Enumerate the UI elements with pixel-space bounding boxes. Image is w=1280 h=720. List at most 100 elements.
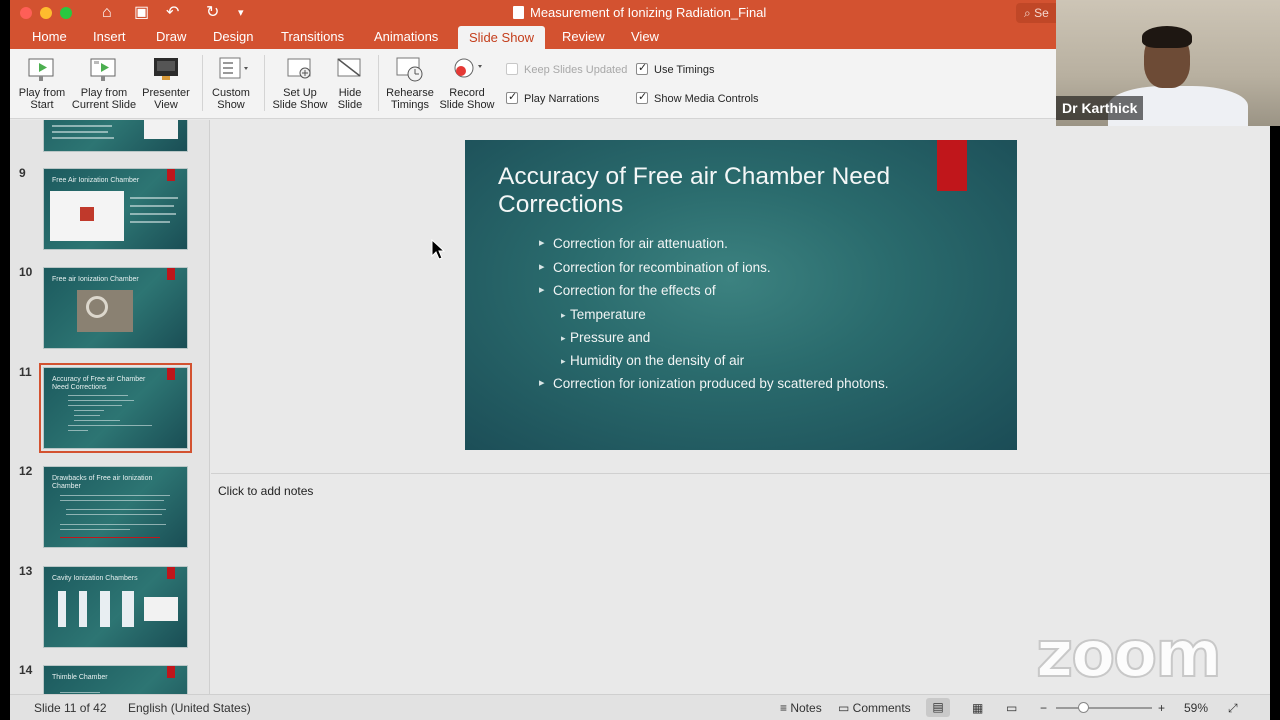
slide-sorter-button[interactable]: ▦	[972, 701, 983, 715]
thumbnail-text-line	[130, 221, 170, 223]
thumbnail-chamber	[58, 591, 66, 627]
record-slide-show-button[interactable]: Record Slide Show	[438, 55, 496, 111]
tab-slide-show[interactable]: Slide Show	[458, 26, 546, 49]
zoom-watermark: zoom	[1035, 617, 1223, 693]
presenter-view-label-2: View	[154, 99, 178, 111]
zoom-in-button[interactable]: +	[1158, 701, 1165, 715]
checkbox-box	[506, 63, 518, 75]
thumbnail-title: Free Air Ionization Chamber	[52, 177, 140, 184]
hide-slide-label-2: Slide	[337, 99, 363, 111]
slide-thumbnail[interactable]: Free air Ionization Chamber	[43, 267, 188, 349]
tab-home[interactable]: Home	[32, 29, 67, 44]
thumbnail-chamber	[100, 591, 110, 627]
thumbnail-diagram-mark	[80, 207, 94, 221]
slide-thumbnail[interactable]: Thimble Chamber	[43, 665, 188, 694]
presenter-view-label-1: Presenter	[142, 87, 190, 99]
slide-content[interactable]: Correction for air attenuation. Correcti…	[539, 235, 979, 398]
thumbnail-accent	[167, 567, 175, 579]
tab-insert[interactable]: Insert	[93, 29, 126, 44]
rehearse-timings-button[interactable]: Rehearse Timings	[384, 55, 436, 111]
save-icon[interactable]: ▣	[134, 3, 149, 23]
thumbnail-title: Cavity Ionization Chambers	[52, 575, 138, 582]
bullet-item: Correction for the effects of	[539, 282, 979, 299]
show-media-controls-label: Show Media Controls	[654, 93, 759, 105]
zoom-out-button[interactable]: −	[1040, 701, 1047, 715]
document-title: Measurement of Ionizing Radiation_Final	[530, 5, 767, 20]
home-icon[interactable]: ⌂	[102, 3, 112, 23]
comments-label: Comments	[852, 701, 911, 715]
document-icon	[513, 6, 524, 19]
close-window-button[interactable]	[20, 7, 32, 19]
slide-number: 11	[19, 365, 32, 379]
slide-thumbnail[interactable]: Cavity Ionization Chambers	[43, 566, 188, 648]
show-media-controls-checkbox[interactable]: Show Media Controls	[636, 90, 759, 105]
play-from-current-button[interactable]: Play from Current Slide	[68, 55, 140, 111]
thumbnail-text-line	[68, 425, 152, 426]
record-label-2: Slide Show	[439, 99, 495, 111]
slide-number: 12	[19, 464, 33, 478]
tab-draw[interactable]: Draw	[156, 29, 186, 44]
slide-position: Slide 11 of 42	[34, 701, 107, 715]
maximize-window-button[interactable]	[60, 7, 72, 19]
slide-number: 10	[19, 265, 33, 279]
tab-transitions[interactable]: Transitions	[281, 29, 344, 44]
record-label-1: Record	[449, 87, 485, 99]
notes-placeholder[interactable]: Click to add notes	[218, 484, 313, 498]
tab-animations[interactable]: Animations	[374, 29, 438, 44]
thumbnail-chamber	[79, 591, 87, 627]
zoom-level[interactable]: 59%	[1184, 701, 1208, 715]
custom-show-button[interactable]: Custom Show	[208, 55, 254, 111]
hide-slide-button[interactable]: Hide Slide	[332, 55, 368, 111]
use-timings-checkbox[interactable]: Use Timings	[636, 61, 715, 76]
notes-button[interactable]: ≡ Notes	[780, 701, 822, 715]
zoom-slider[interactable]	[1056, 707, 1152, 709]
normal-view-button[interactable]: ▤	[926, 698, 950, 717]
play-from-start-icon	[27, 55, 57, 83]
customize-toolbar-icon[interactable]: ▾	[238, 3, 244, 23]
slide-thumbnail[interactable]: Free Air Ionization Chamber	[43, 168, 188, 250]
thumbnail-red-line	[60, 537, 160, 538]
minimize-window-button[interactable]	[40, 7, 52, 19]
thumbnail-text-line	[60, 495, 170, 496]
ribbon-separator	[264, 55, 265, 111]
undo-icon[interactable]: ↶	[166, 3, 179, 23]
play-from-current-label-1: Play from	[80, 87, 128, 99]
slide-title[interactable]: Accuracy of Free air Chamber Need Correc…	[498, 163, 918, 219]
thumbnail-text-line	[68, 400, 134, 401]
thumbnail-text-line	[130, 213, 176, 215]
sub-bullet-item: Humidity on the density of air	[561, 352, 979, 370]
slide-thumbnails-pane[interactable]: 9 Free Air Ionization Chamber 10 Free ai…	[10, 120, 210, 694]
fit-to-window-button[interactable]: ⤢	[1228, 701, 1238, 716]
play-narrations-checkbox[interactable]: Play Narrations	[506, 90, 599, 105]
reading-view-button[interactable]: ▭	[1006, 701, 1017, 715]
thumbnail-title: Thimble Chamber	[52, 674, 108, 681]
set-up-slide-show-button[interactable]: Set Up Slide Show	[270, 55, 330, 111]
presenter-view-button[interactable]: Presenter View	[140, 55, 192, 111]
slide-number: 9	[19, 166, 26, 180]
keep-slides-updated-checkbox: Keep Slides Updated	[506, 63, 627, 76]
tab-review[interactable]: Review	[562, 29, 605, 44]
slide-thumbnail-selected[interactable]: Accuracy of Free air Chamber Need Correc…	[39, 363, 192, 453]
slide-thumbnail-8[interactable]	[43, 120, 188, 152]
play-from-start-button[interactable]: Play from Start	[14, 55, 70, 111]
thumbnail-accent	[167, 666, 175, 678]
set-up-label-2: Slide Show	[272, 99, 328, 111]
tab-design[interactable]: Design	[213, 29, 253, 44]
rehearse-label-1: Rehearse	[386, 87, 434, 99]
rehearse-label-2: Timings	[390, 99, 430, 111]
redo-icon[interactable]: ↻	[206, 3, 219, 23]
comments-button[interactable]: ▭ Comments	[838, 701, 911, 715]
language-indicator[interactable]: English (United States)	[128, 701, 251, 715]
zoom-slider-handle[interactable]	[1078, 702, 1089, 713]
custom-show-label-1: Custom	[212, 87, 250, 99]
slide-thumbnail[interactable]: Drawbacks of Free air Ionization Chamber	[43, 466, 188, 548]
thumbnail-text-line	[66, 514, 162, 515]
current-slide[interactable]: Accuracy of Free air Chamber Need Correc…	[465, 140, 1017, 450]
thumbnail-title: Free air Ionization Chamber	[52, 276, 139, 283]
thumbnail-text-line	[66, 509, 166, 510]
slide-sorter-icon: ▦	[972, 701, 984, 715]
slide-editing-area[interactable]: Accuracy of Free air Chamber Need Correc…	[211, 120, 1270, 472]
tab-view[interactable]: View	[631, 29, 659, 44]
comments-icon: ▭	[838, 701, 853, 715]
presenter-view-icon	[151, 55, 181, 83]
